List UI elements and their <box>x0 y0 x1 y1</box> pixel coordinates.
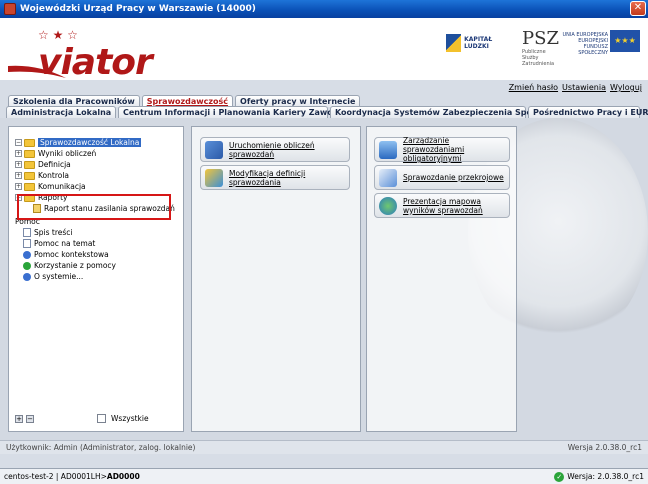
version-label: Wersja 2.0.38.0_rc1 <box>567 443 642 452</box>
calculator-icon <box>205 140 223 159</box>
ue-text: UNIA EUROPEJSKA EUROPEJSKI FUNDUSZ SPOŁE… <box>562 32 608 56</box>
expand-icon[interactable]: + <box>15 183 22 190</box>
document-icon <box>23 239 31 248</box>
logout-link[interactable]: Wyloguj <box>610 83 642 92</box>
banner: ☆ ★ ☆ viator KAPITAŁ LUDZKI PSZ Publiczn… <box>0 18 648 83</box>
kapital-ludzki-logo: KAPITAŁ LUDZKI <box>446 30 516 56</box>
wszystkie-label: Wszystkie <box>111 414 149 423</box>
tabs-row-2: Administracja Lokalna Centrum Informacji… <box>6 106 648 118</box>
expand-icon[interactable]: + <box>15 161 22 168</box>
run-calculations-button[interactable]: Uruchomienie obliczeń sprawozdań <box>200 137 350 162</box>
tree-item-korzystanie[interactable]: Korzystanie z pomocy <box>15 260 175 271</box>
folder-icon <box>24 149 35 158</box>
tab-posrednictwo[interactable]: Pośrednictwo Pracy i EURES <box>528 106 648 118</box>
host-info: centos-test-2 | AD0001LH>AD0000 <box>4 472 140 481</box>
expand-all-button[interactable]: + <box>15 414 23 423</box>
help-icon <box>23 250 31 259</box>
info-icon <box>23 272 31 281</box>
document-icon <box>23 228 31 237</box>
tree-item-o-systemie[interactable]: O systemie... <box>15 271 175 282</box>
tab-koordynacja[interactable]: Koordynacja Systemów Zabezpieczenia Społ… <box>330 106 572 118</box>
folder-icon <box>24 138 35 147</box>
content-area: − Sprawozdawczość Lokalna + Wyniki oblic… <box>0 118 648 440</box>
tree-item-komunikacja[interactable]: + Komunikacja <box>15 181 175 192</box>
psz-logo: PSZ Publiczne Służby Zatrudnienia <box>522 28 559 67</box>
map-presentation-button[interactable]: Prezentacja mapowa wyników sprawozdań <box>374 193 510 218</box>
folder-icon <box>24 182 35 191</box>
wszystkie-checkbox[interactable] <box>97 414 106 423</box>
collapse-icon[interactable]: − <box>15 139 22 146</box>
tree-item-wyniki[interactable]: + Wyniki obliczeń <box>15 148 175 159</box>
expand-icon[interactable]: + <box>15 150 22 157</box>
user-info: Użytkownik: Admin (Administrator, zalog.… <box>6 443 196 452</box>
actions-panel-right: Zarządzanie sprawozdaniami obligatoryjny… <box>366 126 517 432</box>
help-green-icon <box>23 261 31 270</box>
window-title: Wojewódzki Urząd Pracy w Warszawie (1400… <box>20 4 256 14</box>
stars-icon: ☆ ★ ☆ <box>38 28 78 42</box>
tree-item-definicja[interactable]: + Definicja <box>15 159 175 170</box>
kl-icon <box>446 34 462 52</box>
cross-report-button[interactable]: Sprawozdanie przekrojowe <box>374 165 510 190</box>
highlight-annotation <box>17 194 171 220</box>
tree-item-pomoc-kontekstowa[interactable]: Pomoc kontekstowa <box>15 249 175 260</box>
folder-icon <box>24 171 35 180</box>
tree-panel: − Sprawozdawczość Lokalna + Wyniki oblic… <box>8 126 184 432</box>
tree-toolbar: + − Wszystkie <box>15 414 149 423</box>
tree-root[interactable]: − Sprawozdawczość Lokalna <box>15 137 175 148</box>
database-icon <box>379 140 397 159</box>
check-icon: ✓ <box>554 471 565 482</box>
modify-definition-button[interactable]: Modyfikacja definicji sprawozdania <box>200 165 350 190</box>
definition-icon <box>205 168 223 187</box>
title-bar: Wojewódzki Urząd Pracy w Warszawie (1400… <box>0 0 648 18</box>
manage-reports-button[interactable]: Zarządzanie sprawozdaniami obligatoryjny… <box>374 136 510 163</box>
change-password-link[interactable]: Zmień hasło <box>509 83 558 92</box>
user-status-bar: Użytkownik: Admin (Administrator, zalog.… <box>0 440 648 454</box>
app-icon <box>4 3 16 15</box>
close-button[interactable]: ✕ <box>630 1 646 16</box>
version-status: ✓ Wersja: 2.0.38.0_rc1 <box>554 471 644 482</box>
system-status-bar: centos-test-2 | AD0001LH>AD0000 ✓ Wersja… <box>0 468 648 484</box>
table-icon <box>379 168 397 187</box>
tree-item-pomoc-na-temat[interactable]: Pomoc na temat <box>15 238 175 249</box>
tab-administracja[interactable]: Administracja Lokalna <box>6 106 116 118</box>
actions-panel-middle: Uruchomienie obliczeń sprawozdań Modyfik… <box>191 126 361 432</box>
tree-item-kontrola[interactable]: + Kontrola <box>15 170 175 181</box>
eu-flag-icon: ★★★ <box>610 30 640 52</box>
tree-item-spis-tresci[interactable]: Spis treści <box>15 227 175 238</box>
top-links: Zmień hasło Ustawienia Wyloguj <box>509 83 642 92</box>
folder-icon <box>24 160 35 169</box>
logo-text: viator <box>38 42 153 83</box>
collapse-all-button[interactable]: − <box>26 414 34 423</box>
viator-logo: ☆ ★ ☆ viator <box>8 28 178 83</box>
tab-centrum-informacji[interactable]: Centrum Informacji i Planowania Kariery … <box>118 106 360 118</box>
globe-icon <box>379 196 397 215</box>
expand-icon[interactable]: + <box>15 172 22 179</box>
settings-link[interactable]: Ustawienia <box>562 83 606 92</box>
